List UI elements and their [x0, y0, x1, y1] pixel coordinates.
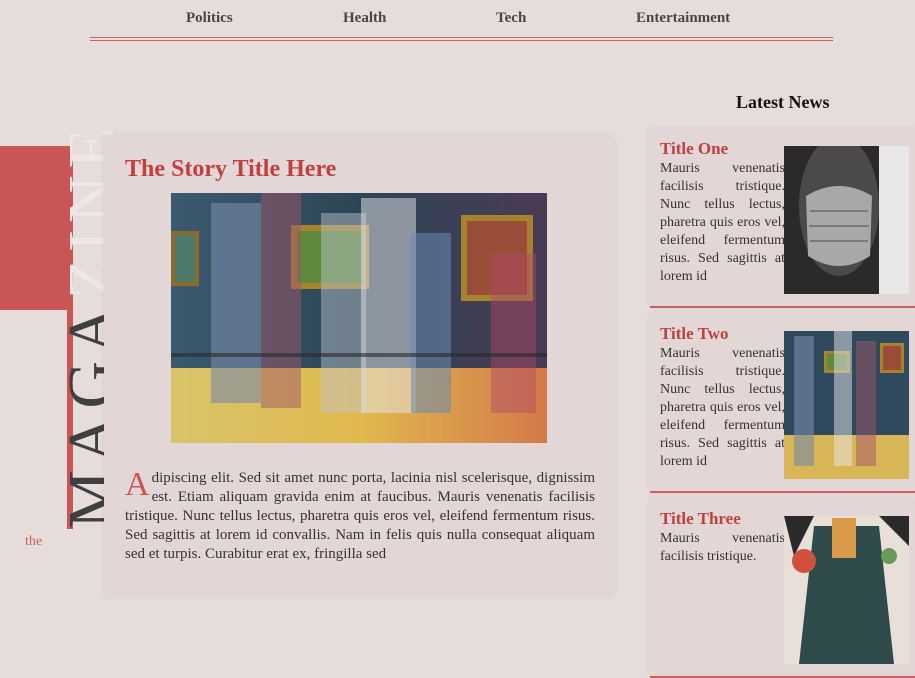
story-image: [171, 193, 547, 443]
main-story-card: The Story Title Here A dipiscing elit. S…: [104, 136, 613, 596]
nav-item-politics[interactable]: Politics: [186, 10, 233, 27]
news-title[interactable]: Title Two: [660, 324, 728, 344]
news-thumbnail: [784, 331, 909, 479]
news-card[interactable]: Title Three Mauris venenatis facilisis t…: [650, 498, 915, 678]
story-text: dipiscing elit. Sed sit amet nunc porta,…: [125, 470, 595, 562]
nav-item-entertainment[interactable]: Entertainment: [636, 10, 730, 27]
story-title[interactable]: The Story Title Here: [125, 156, 336, 183]
masthead-the: the: [25, 534, 43, 549]
latest-news-heading: Latest News: [736, 92, 830, 112]
news-body: Mauris venenatis facilisis tristique. Nu…: [660, 346, 785, 469]
story-dropcap: A: [125, 466, 150, 503]
nav-item-tech[interactable]: Tech: [496, 10, 526, 27]
news-body: Mauris venenatis facilisis tristique.: [660, 531, 785, 564]
story-body: Adipiscing elit. Sed sit amet nunc porta…: [125, 466, 595, 564]
news-card[interactable]: Title Two Mauris venenatis facilisis tri…: [650, 313, 915, 493]
news-thumbnail: [784, 516, 909, 664]
top-nav: Politics Health Tech Entertainment: [90, 0, 833, 41]
news-title[interactable]: Title One: [660, 139, 728, 159]
news-title[interactable]: Title Three: [660, 509, 741, 529]
news-body: Mauris venenatis facilisis tristique. Nu…: [660, 161, 785, 284]
news-thumbnail: [784, 146, 909, 294]
nav-item-health[interactable]: Health: [343, 10, 386, 27]
news-card[interactable]: Title One Mauris venenatis facilisis tri…: [650, 128, 915, 308]
